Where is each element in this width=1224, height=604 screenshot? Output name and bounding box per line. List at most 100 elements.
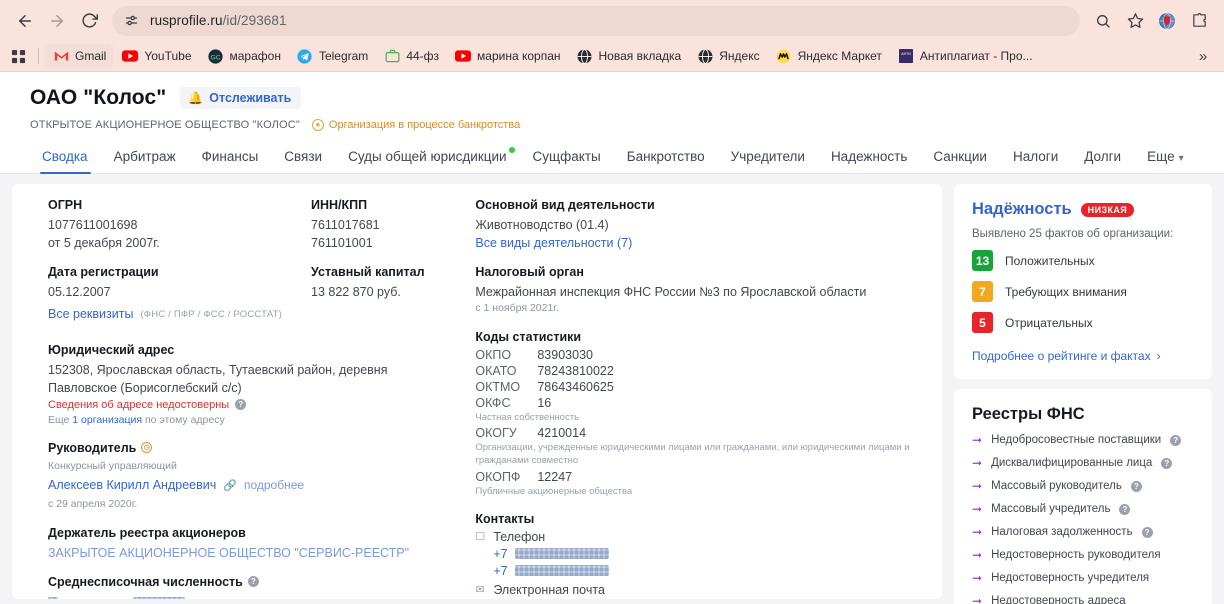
- page-body: ОГРН 1077611001698 от 5 декабря 2007г. И…: [0, 174, 1224, 604]
- help-icon[interactable]: ?: [1170, 434, 1182, 446]
- code-value: 83903030: [537, 347, 593, 362]
- watch-button[interactable]: 🔔 Отслеживать: [180, 87, 302, 109]
- svg-text:АНТИ: АНТИ: [901, 52, 911, 56]
- help-icon[interactable]: ?: [1130, 480, 1142, 492]
- inn-label: ИНН/КПП: [311, 198, 368, 212]
- site-info-icon[interactable]: [120, 10, 142, 32]
- page-content: ОАО "Колос" 🔔 Отслеживать ОТКРЫТОЕ АКЦИО…: [0, 72, 1224, 604]
- bookmark-youtube[interactable]: YouTube: [114, 44, 199, 68]
- arrow-right-icon: ➞: [972, 525, 983, 539]
- code-value: 4210014: [537, 426, 587, 441]
- forward-button[interactable]: [42, 6, 72, 36]
- tab-svodka[interactable]: Сводка: [30, 143, 101, 174]
- registry-item-diskvalificirovannye[interactable]: ➞ Дисквалифицированные лица ?: [972, 456, 1194, 470]
- registry-item-nedostovernost-uchreditelya[interactable]: ➞ Недостоверность учредителя: [972, 571, 1194, 585]
- registrar-value[interactable]: ЗАКРЫТОЕ АКЦИОНЕРНОЕ ОБЩЕСТВО "СЕРВИС-РЕ…: [48, 544, 457, 562]
- address-label: Юридический адрес: [48, 342, 175, 357]
- bookmarks-overflow-icon[interactable]: »: [1190, 43, 1216, 69]
- ogrn-date: от 5 декабря 2007г.: [48, 236, 160, 251]
- antiplagiat-icon: АНТИ: [898, 48, 914, 64]
- browser-toolbar: rusprofile.ru/id/293681: [0, 0, 1224, 41]
- fact-count: 5: [972, 312, 993, 333]
- inn-block: ИНН/КПП 7611017681 761101001: [311, 198, 380, 265]
- director-more-link[interactable]: подробнее: [244, 478, 304, 492]
- registry-item-nedostovernost-adresa[interactable]: ➞ Недостоверность адреса: [972, 594, 1194, 604]
- help-icon[interactable]: ?: [235, 399, 247, 411]
- tab-arbitrazh[interactable]: Арбитраж: [101, 143, 189, 173]
- gmail-icon: [53, 48, 69, 64]
- chevron-right-icon: ›: [1156, 349, 1161, 363]
- reliability-subtitle: Выявлено 25 фактов об организации:: [972, 228, 1174, 240]
- apps-grid-icon[interactable]: [4, 43, 32, 69]
- tab-more[interactable]: Еще ▾: [1134, 143, 1197, 173]
- bookmark-new-tab[interactable]: Новая вкладка: [569, 44, 690, 68]
- help-icon[interactable]: ?: [1119, 503, 1131, 515]
- bookmark-yandex[interactable]: Яндекс: [689, 44, 767, 68]
- regdate-label: Дата регистрации: [48, 265, 159, 280]
- help-icon[interactable]: ?: [1141, 526, 1153, 538]
- email-label: Электронная почта: [493, 582, 605, 597]
- tab-nalogi[interactable]: Налоги: [1000, 143, 1071, 173]
- sidebar: Надёжность НИЗКАЯ Выявлено 25 фактов об …: [954, 184, 1212, 604]
- tab-sudy[interactable]: Суды общей юрисдикции: [335, 143, 519, 173]
- code-key: ОКАТО: [475, 363, 517, 378]
- tab-finansy[interactable]: Финансы: [189, 143, 272, 173]
- taxorg-since: с 1 ноября 2021г.: [475, 302, 559, 315]
- registry-item-nedobrosovestnye[interactable]: ➞ Недобросовестные поставщики ?: [972, 433, 1194, 447]
- phone-value-row-2[interactable]: +7 0000: [475, 564, 918, 578]
- tab-sushfakty[interactable]: Сущфакты: [520, 143, 614, 173]
- puzzle-extensions-icon[interactable]: [1184, 6, 1214, 36]
- title-row: ОАО "Колос" 🔔 Отслеживать: [30, 86, 1194, 110]
- bookmark-antiplagiat[interactable]: АНТИ Антиплагиат - Про...: [890, 44, 1041, 68]
- tab-sankcii[interactable]: Санкции: [920, 143, 1000, 173]
- all-requisites-link[interactable]: Все реквизиты: [48, 305, 133, 323]
- summary-card: ОГРН 1077611001698 от 5 декабря 2007г. И…: [12, 184, 942, 599]
- phone-value-row-1[interactable]: +7 0000: [475, 547, 918, 561]
- tab-nadezhnost[interactable]: Надежность: [818, 143, 920, 173]
- code-note: Публичные акционерные общества: [475, 486, 633, 498]
- bookmark-44fz[interactable]: 44-фз: [376, 44, 447, 68]
- all-activities-link[interactable]: Все виды деятельности (7): [475, 234, 918, 252]
- registry-item-nedostovernost-rukovoditelya[interactable]: ➞ Недостоверность руководителя: [972, 548, 1194, 562]
- director-name-link[interactable]: Алексеев Кирилл Андреевич: [48, 476, 216, 494]
- bankruptcy-icon: ●: [311, 119, 324, 131]
- zoom-icon[interactable]: [1088, 6, 1118, 36]
- address-bar[interactable]: rusprofile.ru/id/293681: [112, 5, 1080, 36]
- reload-button[interactable]: [74, 6, 104, 36]
- bookmark-label: Gmail: [75, 49, 107, 63]
- bookmark-yandex-market[interactable]: Яндекс Маркет: [768, 44, 890, 68]
- bookmark-label: 44-фз: [406, 49, 440, 63]
- bookmark-marafon[interactable]: GC марафон: [200, 44, 289, 68]
- clock-icon[interactable]: ◷: [141, 442, 153, 454]
- arrow-right-icon: ➞: [972, 502, 983, 516]
- rating-details-link[interactable]: Подробнее о рейтинге и фактах ›: [972, 349, 1194, 363]
- back-button[interactable]: [10, 6, 40, 36]
- reliability-card: Надёжность НИЗКАЯ Выявлено 25 фактов об …: [954, 184, 1212, 379]
- url-path: /id/293681: [222, 13, 287, 28]
- contacts-label: Контакты: [475, 511, 535, 526]
- bookmark-marina-korpan[interactable]: марина корпан: [447, 44, 568, 68]
- help-icon[interactable]: ?: [247, 576, 259, 588]
- registry-item-massovyj-rukovoditel[interactable]: ➞ Массовый руководитель ?: [972, 479, 1194, 493]
- capital-label: Уставный капитал: [311, 265, 425, 280]
- registry-item-massovyj-uchreditel[interactable]: ➞ Массовый учредитель ?: [972, 502, 1194, 516]
- help-icon[interactable]: ?: [1161, 457, 1173, 469]
- bookmark-telegram[interactable]: Telegram: [289, 44, 376, 68]
- tab-uchrediteli[interactable]: Учредители: [718, 143, 818, 173]
- subtitle-row: ОТКРЫТОЕ АКЦИОНЕРНОЕ ОБЩЕСТВО "КОЛОС" ● …: [30, 119, 1194, 131]
- registry-item-label: Дисквалифицированные лица: [991, 457, 1153, 469]
- legal-name: ОТКРЫТОЕ АКЦИОНЕРНОЕ ОБЩЕСТВО "КОЛОС": [30, 119, 300, 131]
- extension-shield-icon[interactable]: [1152, 6, 1182, 36]
- tab-label: Санкции: [933, 149, 987, 164]
- code-value: 16: [537, 395, 552, 410]
- tab-dolgi[interactable]: Долги: [1071, 143, 1134, 173]
- bankruptcy-status[interactable]: ● Организация в процессе банкротства: [311, 119, 520, 131]
- bookmark-gmail[interactable]: Gmail: [45, 44, 115, 68]
- bookmark-star-icon[interactable]: [1120, 6, 1150, 36]
- tab-bankrotstvo[interactable]: Банкротство: [614, 143, 718, 173]
- more-orgs-link[interactable]: 1 организация: [72, 414, 142, 426]
- new-indicator-dot: [508, 147, 515, 153]
- registry-item-nalogovaya-zadolzhennost[interactable]: ➞ Налоговая задолженность ?: [972, 525, 1194, 539]
- tab-svyazi[interactable]: Связи: [271, 143, 335, 173]
- chevron-down-icon: ▾: [1178, 153, 1184, 164]
